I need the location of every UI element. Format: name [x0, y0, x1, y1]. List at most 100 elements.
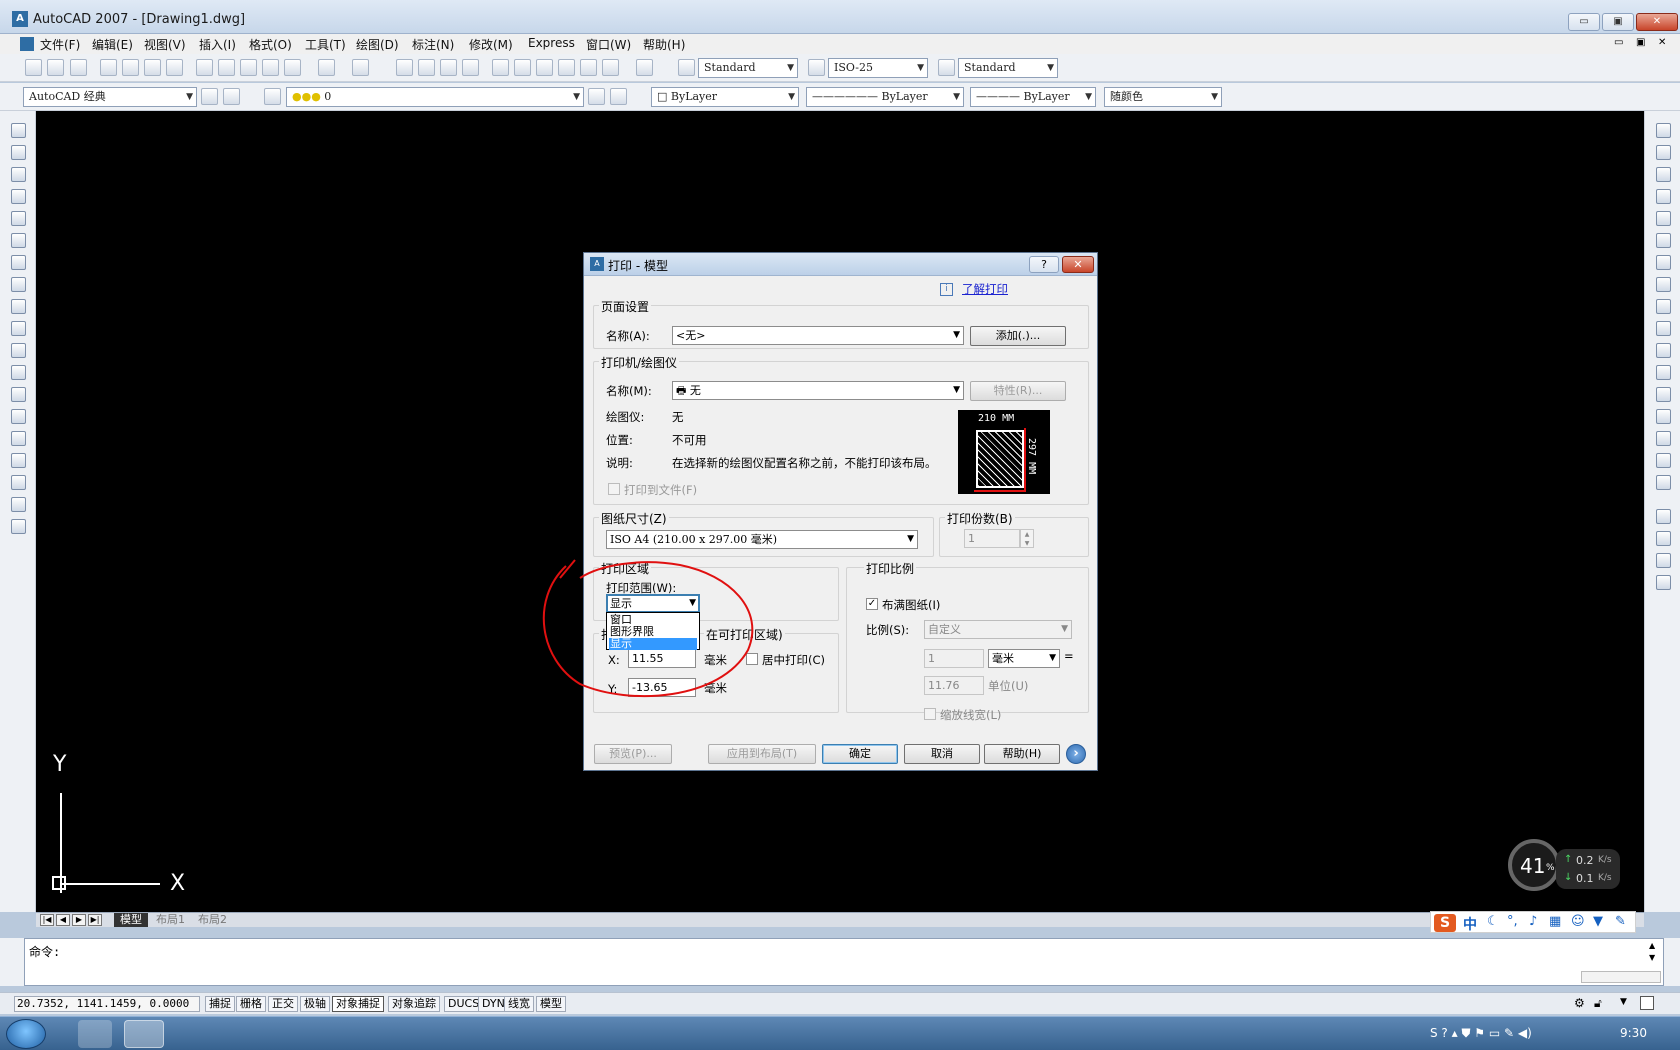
scale-unit-combo[interactable]: 毫米 ▼	[988, 649, 1060, 668]
add-page-setup-button[interactable]: 添加(.)...	[970, 326, 1066, 346]
last-tab-icon[interactable]: ▶|	[88, 914, 102, 926]
ortho-toggle[interactable]: 正交	[268, 996, 298, 1012]
network-gauge[interactable]: 41 %	[1508, 839, 1560, 891]
learn-plot-link[interactable]: 了解打印	[962, 281, 1008, 297]
menu-edit[interactable]: 编辑(E)	[92, 36, 133, 53]
first-tab-icon[interactable]: |◀	[40, 914, 54, 926]
fit-to-paper-checkbox[interactable]: ✓	[866, 598, 878, 610]
menu-help[interactable]: 帮助(H)	[643, 36, 685, 53]
doc-minimize-icon[interactable]: ▭	[1614, 37, 1623, 48]
text-style-combo[interactable]: Standard ▼	[698, 58, 798, 78]
table-style-combo[interactable]: Standard ▼	[958, 58, 1058, 78]
model-toggle[interactable]: 模型	[536, 996, 566, 1012]
break-icon[interactable]	[1656, 387, 1671, 402]
microphone-icon[interactable]: ♪	[1529, 914, 1537, 929]
layer-manager-icon[interactable]	[264, 88, 281, 105]
prev-tab-icon[interactable]: ◀	[56, 914, 70, 926]
center-plot-checkbox[interactable]	[746, 653, 758, 665]
help-button[interactable]: 帮助(H)	[984, 744, 1060, 764]
undo-icon[interactable]	[318, 59, 335, 76]
menu-express[interactable]: Express	[528, 36, 575, 50]
tab-layout2[interactable]: 布局2	[192, 913, 233, 927]
menu-dimension[interactable]: 标注(N)	[412, 36, 454, 53]
wrench-icon[interactable]: ✎	[1615, 914, 1626, 929]
region-icon[interactable]	[11, 475, 26, 490]
command-window[interactable]: 命令: ▲ ▼	[24, 938, 1664, 986]
taskbar-app-s[interactable]	[78, 1020, 112, 1048]
copies-spinner[interactable]: ▲ ▼	[1020, 529, 1034, 548]
move-icon[interactable]	[1656, 233, 1671, 248]
status-menu-arrow-icon[interactable]: ▼	[1620, 997, 1627, 1007]
copies-input[interactable]: 1	[964, 529, 1020, 548]
close-button[interactable]: ✕	[1636, 13, 1678, 31]
restore-button[interactable]: ▣	[1602, 13, 1634, 31]
paste-icon[interactable]	[240, 59, 257, 76]
table-style-icon[interactable]	[938, 59, 955, 76]
clean-screen-icon[interactable]	[1640, 996, 1654, 1010]
menu-view[interactable]: 视图(V)	[144, 36, 186, 53]
fillet-icon[interactable]	[1656, 453, 1671, 468]
scale-lineweights-checkbox[interactable]	[924, 708, 936, 720]
workspace-save-icon[interactable]	[223, 88, 240, 105]
draworder-above-icon[interactable]	[1656, 553, 1671, 568]
scale-combo[interactable]: 自定义 ▼	[924, 620, 1072, 639]
scale-drawing-units-input[interactable]: 11.76	[924, 676, 984, 695]
3d-dwf-icon[interactable]	[166, 59, 183, 76]
explode-icon[interactable]	[1656, 475, 1671, 490]
menu-window[interactable]: 窗口(W)	[586, 36, 631, 53]
offset-icon[interactable]	[1656, 189, 1671, 204]
arc-icon[interactable]	[11, 233, 26, 248]
draworder-under-icon[interactable]	[1656, 575, 1671, 590]
plot-range-combo[interactable]: 显示 ▼	[606, 594, 700, 613]
page-setup-name-combo[interactable]: <无> ▼	[672, 326, 964, 345]
break-at-point-icon[interactable]	[1656, 365, 1671, 380]
workspace-combo[interactable]: AutoCAD 经典 ▼	[23, 87, 197, 107]
more-options-icon[interactable]: ›	[1066, 744, 1086, 764]
publish-icon[interactable]	[144, 59, 161, 76]
draworder-front-icon[interactable]	[1656, 509, 1671, 524]
rotate-icon[interactable]	[1656, 255, 1671, 270]
scale-icon[interactable]	[1656, 277, 1671, 292]
text-style-icon[interactable]	[678, 59, 695, 76]
ellipse-arc-icon[interactable]	[11, 343, 26, 358]
copy-icon[interactable]	[218, 59, 235, 76]
tray-icons[interactable]: S ? ▴ ⛊ ⚑ ▭ ✎ ◀)	[1430, 1026, 1532, 1041]
cut-icon[interactable]	[196, 59, 213, 76]
line-icon[interactable]	[11, 123, 26, 138]
doc-restore-icon[interactable]: ▣	[1636, 37, 1645, 48]
trim-icon[interactable]	[1656, 321, 1671, 336]
markup-icon[interactable]	[580, 59, 597, 76]
plot-icon[interactable]	[100, 59, 117, 76]
calculator-icon[interactable]	[602, 59, 619, 76]
hatch-icon[interactable]	[11, 431, 26, 446]
dialog-title-bar[interactable]: A 打印 - 模型 ? ✕	[584, 253, 1097, 276]
tab-model[interactable]: 模型	[114, 913, 148, 927]
plot-preview-icon[interactable]	[122, 59, 139, 76]
match-properties-icon[interactable]	[262, 59, 279, 76]
minimize-button[interactable]: ▭	[1568, 13, 1600, 31]
start-button[interactable]	[6, 1019, 46, 1049]
horizontal-scrollbar[interactable]	[1581, 971, 1661, 983]
offset-y-input[interactable]: -13.65	[628, 678, 696, 697]
menu-draw[interactable]: 绘图(D)	[356, 36, 399, 53]
multiline-text-icon[interactable]	[11, 519, 26, 534]
pan-icon[interactable]	[396, 59, 413, 76]
next-tab-icon[interactable]: ▶	[72, 914, 86, 926]
block-editor-icon[interactable]	[284, 59, 301, 76]
extend-icon[interactable]	[1656, 343, 1671, 358]
dim-style-icon[interactable]	[808, 59, 825, 76]
offset-x-input[interactable]: 11.55	[628, 649, 696, 668]
lineweight-toggle[interactable]: 线宽	[504, 996, 534, 1012]
polygon-icon[interactable]	[11, 189, 26, 204]
design-center-icon[interactable]	[514, 59, 531, 76]
revision-cloud-icon[interactable]	[11, 277, 26, 292]
color-combo[interactable]: □ ByLayer ▼	[651, 87, 799, 107]
layer-previous-icon[interactable]	[610, 88, 627, 105]
zoom-previous-icon[interactable]	[462, 59, 479, 76]
scale-paper-units-input[interactable]: 1	[924, 649, 984, 668]
spline-icon[interactable]	[11, 299, 26, 314]
menu-modify[interactable]: 修改(M)	[469, 36, 513, 53]
menu-format[interactable]: 格式(O)	[249, 36, 292, 53]
plot-to-file-checkbox[interactable]	[608, 483, 620, 495]
sheet-set-icon[interactable]	[558, 59, 575, 76]
